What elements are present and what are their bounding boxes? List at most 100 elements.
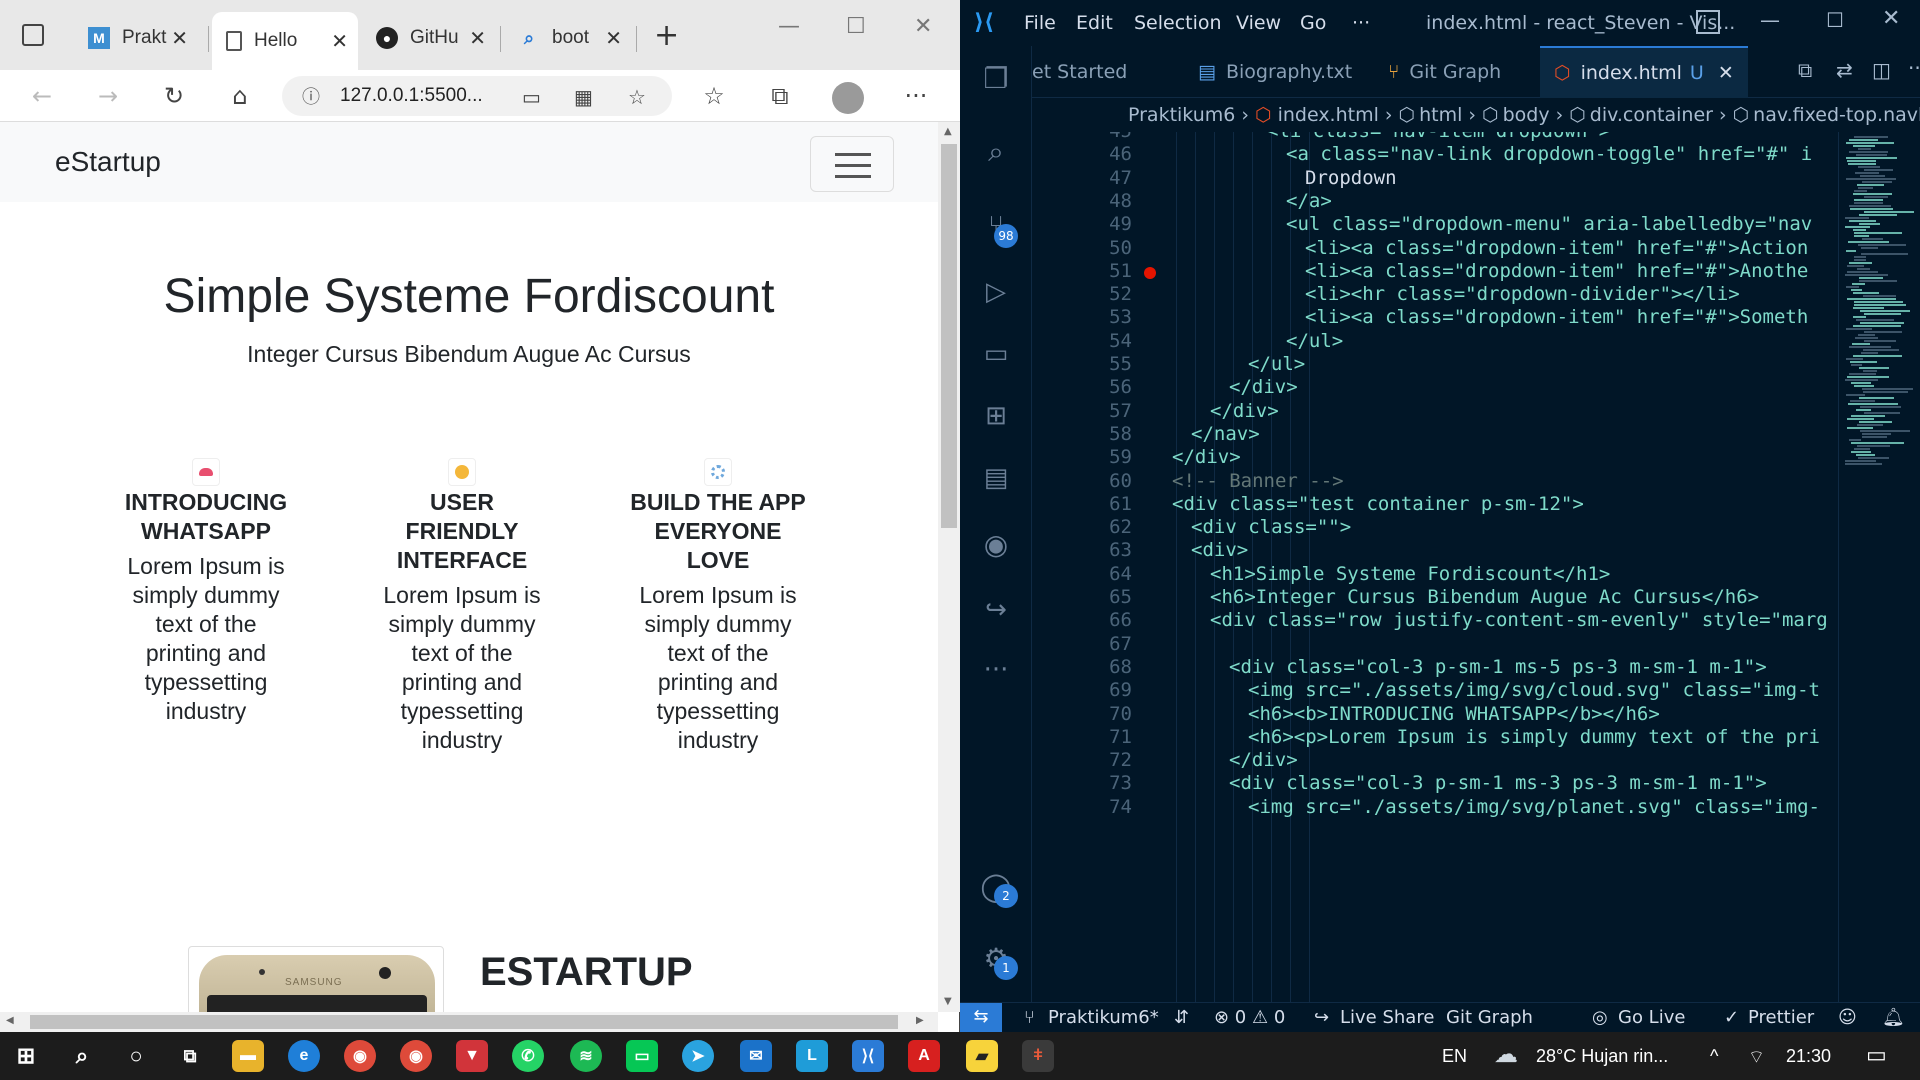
cortana-icon[interactable]: ○ bbox=[120, 1040, 152, 1072]
search-icon[interactable]: ⌕ bbox=[976, 132, 1016, 172]
code-line[interactable]: <a class="nav-link dropdown-toggle" href… bbox=[1286, 143, 1812, 165]
compare-icon[interactable]: ⇄ bbox=[1836, 58, 1853, 82]
home-icon[interactable]: ⌂ bbox=[222, 78, 258, 114]
browser-tab[interactable]: ⌕ boot ✕ bbox=[504, 14, 632, 62]
scroll-up-icon[interactable]: ▲ bbox=[944, 126, 952, 137]
close-icon[interactable]: ✕ bbox=[331, 29, 348, 54]
breadcrumb-item[interactable]: nav.fixed-top.navbar.navb bbox=[1753, 104, 1920, 126]
minimize-icon[interactable]: — bbox=[1760, 8, 1780, 32]
weather-text[interactable]: 28°C Hujan rin... bbox=[1536, 1046, 1668, 1067]
go-live-button[interactable]: Go Live bbox=[1618, 1007, 1685, 1028]
github-icon[interactable]: ◉ bbox=[976, 524, 1016, 564]
scroll-right-icon[interactable]: ▶ bbox=[916, 1015, 924, 1026]
code-line[interactable]: <img src="./assets/img/svg/planet.svg" c… bbox=[1248, 796, 1820, 818]
tab-biography[interactable]: ▤ Biography.txt bbox=[1184, 46, 1374, 98]
menu-file[interactable]: File bbox=[1024, 12, 1056, 34]
breadcrumb-item[interactable]: html bbox=[1419, 104, 1462, 126]
input-language[interactable]: EN bbox=[1442, 1046, 1467, 1067]
notification-center-icon[interactable]: ▭ bbox=[1866, 1042, 1887, 1068]
minimap[interactable] bbox=[1838, 132, 1920, 1002]
more-icon[interactable]: ··· bbox=[976, 650, 1016, 690]
split-editor-icon[interactable]: ◫ bbox=[1872, 58, 1891, 82]
tab-index-html[interactable]: ⬡ index.html U ✕ bbox=[1540, 46, 1748, 98]
more-options-icon[interactable]: ··· bbox=[898, 78, 934, 114]
code-line[interactable]: <h6><p>Lorem Ipsum is simply dummy text … bbox=[1248, 726, 1820, 748]
favorites-icon[interactable]: ☆ bbox=[696, 78, 732, 114]
mail-icon[interactable]: ✉ bbox=[740, 1040, 772, 1072]
code-line[interactable]: Dropdown bbox=[1305, 167, 1397, 189]
more-actions-icon[interactable]: ··· bbox=[1908, 56, 1920, 80]
menu-view[interactable]: View bbox=[1236, 12, 1281, 34]
sync-icon[interactable]: ⇵ bbox=[1174, 1007, 1189, 1028]
acrobat-icon[interactable]: A bbox=[908, 1040, 940, 1072]
extensions-icon[interactable]: ⊞ bbox=[976, 396, 1016, 436]
chevron-up-icon[interactable]: ^ bbox=[1710, 1046, 1718, 1067]
code-editor[interactable]: 45 <li class="nav-item dropdown"> 46 <a cla… bbox=[1032, 132, 1838, 1002]
task-view-icon[interactable]: ⧉ bbox=[174, 1040, 206, 1072]
scroll-down-icon[interactable]: ▼ bbox=[944, 996, 952, 1007]
code-line[interactable]: </div> bbox=[1172, 446, 1241, 468]
code-line[interactable]: <h6><b>INTRODUCING WHATSAPP</b></h6> bbox=[1248, 703, 1660, 725]
code-line[interactable]: </div> bbox=[1229, 376, 1298, 398]
code-line[interactable]: <h1>Simple Systeme Fordiscount</h1> bbox=[1210, 563, 1610, 585]
site-brand[interactable]: eStartup bbox=[55, 146, 161, 178]
run-debug-icon[interactable]: ▷ bbox=[976, 272, 1016, 312]
layout-icon[interactable] bbox=[1696, 10, 1720, 34]
panels-icon[interactable]: ▤ bbox=[976, 458, 1016, 498]
edge-icon[interactable]: e bbox=[288, 1040, 320, 1072]
close-icon[interactable]: ✕ bbox=[171, 26, 188, 51]
chrome-icon[interactable]: ◉ bbox=[344, 1040, 376, 1072]
code-line[interactable]: <li><a class="dropdown-item" href="#">Ac… bbox=[1305, 237, 1808, 259]
code-line[interactable]: </div> bbox=[1229, 749, 1298, 771]
menu-edit[interactable]: Edit bbox=[1076, 12, 1113, 34]
app-available-icon[interactable]: ▭ bbox=[522, 85, 541, 110]
close-window-icon[interactable]: ✕ bbox=[914, 14, 932, 39]
new-tab-button[interactable]: + bbox=[654, 18, 679, 53]
menu-go[interactable]: Go bbox=[1300, 12, 1326, 34]
code-line[interactable]: </div> bbox=[1210, 400, 1279, 422]
tab-git-graph[interactable]: ⑂ Git Graph bbox=[1374, 46, 1540, 98]
brave-icon[interactable]: ▼ bbox=[456, 1040, 488, 1072]
git-graph-button[interactable]: Git Graph bbox=[1446, 1007, 1533, 1028]
feedback-icon[interactable]: ☺ bbox=[1838, 1007, 1857, 1028]
live-share-button[interactable]: Live Share bbox=[1340, 1007, 1434, 1028]
code-line[interactable]: <!-- Banner --> bbox=[1172, 470, 1344, 492]
navbar-toggler-button[interactable] bbox=[810, 136, 894, 192]
horizontal-scrollbar[interactable]: ◀ ▶ bbox=[0, 1012, 938, 1032]
code-line[interactable]: <li class="nav-item dropdown"> bbox=[1267, 132, 1610, 142]
profile-avatar[interactable] bbox=[832, 82, 864, 114]
url-input[interactable]: ⓘ 127.0.0.1:5500... ▭ ▦ ☆ bbox=[282, 76, 672, 116]
fiddler-icon[interactable]: ǂ bbox=[1022, 1040, 1054, 1072]
vscode-taskbar-icon[interactable]: ⟩⟨ bbox=[852, 1040, 884, 1072]
close-icon[interactable]: ✕ bbox=[469, 26, 486, 51]
breakpoint-icon[interactable] bbox=[1144, 266, 1156, 279]
code-line[interactable]: <div class=""> bbox=[1191, 516, 1351, 538]
vertical-scrollbar[interactable]: ▲ ▼ bbox=[938, 122, 960, 1012]
scrollbar-thumb[interactable] bbox=[941, 144, 957, 528]
close-window-icon[interactable]: ✕ bbox=[1882, 6, 1900, 31]
l-app-icon[interactable]: L bbox=[796, 1040, 828, 1072]
open-preview-icon[interactable]: ⧉ bbox=[1798, 58, 1812, 82]
code-line[interactable]: <li><a class="dropdown-item" href="#">So… bbox=[1305, 306, 1808, 328]
close-icon[interactable]: ✕ bbox=[1718, 62, 1734, 84]
prettier-button[interactable]: Prettier bbox=[1748, 1007, 1814, 1028]
whatsapp-icon[interactable]: ✆ bbox=[512, 1040, 544, 1072]
info-icon[interactable]: ⓘ bbox=[302, 83, 320, 109]
file-explorer-icon[interactable]: ▬ bbox=[232, 1040, 264, 1072]
menu-selection[interactable]: Selection bbox=[1134, 12, 1222, 34]
code-line[interactable]: </ul> bbox=[1248, 353, 1305, 375]
code-line[interactable]: <div class="row justify-content-sm-evenl… bbox=[1210, 609, 1828, 631]
live-share-icon[interactable]: ↪ bbox=[976, 590, 1016, 630]
code-line[interactable]: <div> bbox=[1191, 539, 1248, 561]
browser-tab[interactable]: M Prakt ✕ bbox=[74, 14, 198, 62]
code-line[interactable]: <li><hr class="dropdown-divider"></li> bbox=[1305, 283, 1740, 305]
qr-icon[interactable]: ▦ bbox=[574, 85, 593, 110]
code-line[interactable]: <div class="col-3 p-sm-1 ms-3 ps-3 m-sm-… bbox=[1229, 772, 1767, 794]
code-line[interactable]: </nav> bbox=[1191, 423, 1260, 445]
tab-get-started[interactable]: et Started bbox=[1032, 46, 1184, 98]
forward-icon[interactable]: → bbox=[90, 78, 126, 114]
menu-more[interactable]: ··· bbox=[1352, 12, 1370, 34]
scroll-left-icon[interactable]: ◀ bbox=[6, 1015, 14, 1026]
close-icon[interactable]: ✕ bbox=[605, 26, 622, 51]
scrollbar-thumb[interactable] bbox=[30, 1015, 898, 1029]
